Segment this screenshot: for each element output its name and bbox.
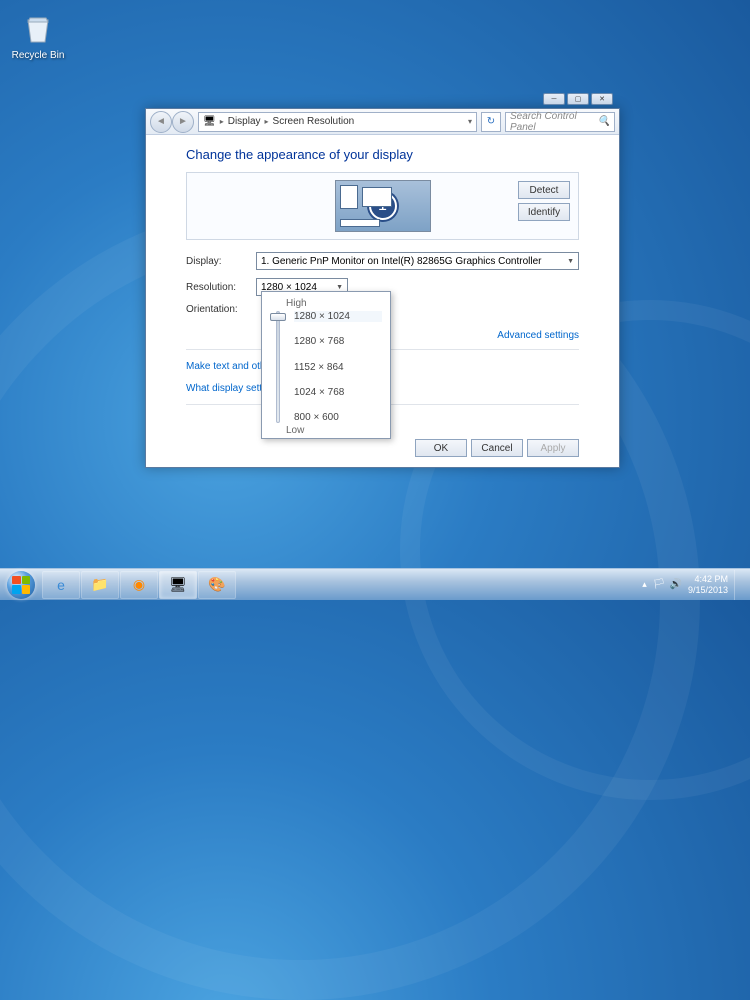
display-preview: 1 Detect Identify [186,172,579,240]
breadcrumb-display[interactable]: Display [228,116,261,127]
breadcrumb-screen-resolution[interactable]: Screen Resolution [273,116,355,127]
apply-button[interactable]: Apply [527,439,579,457]
ok-button[interactable]: OK [415,439,467,457]
res-option[interactable]: 1152 × 864 [294,362,382,373]
display-icon: 🖥 [203,116,216,127]
close-button[interactable]: ✕ [591,93,613,105]
recycle-bin[interactable]: Recycle Bin [8,8,68,61]
flag-icon[interactable]: 🏳 [653,579,666,590]
media-icon: ◉ [133,576,145,593]
date: 9/15/2013 [688,585,728,596]
start-button[interactable] [2,570,40,600]
taskbar-display[interactable]: 🖥 [159,571,197,599]
display-icon: 🖥 [169,576,187,593]
res-option[interactable]: 800 × 600 [294,412,382,423]
resolution-dropdown-popup: High 1280 × 1024 1280 × 768 1152 × 864 1… [261,291,391,439]
chevron-icon: ▸ [220,117,224,126]
display-select[interactable]: 1. Generic PnP Monitor on Intel(R) 82865… [256,252,579,270]
res-option[interactable]: 1280 × 768 [294,336,382,347]
taskbar-explorer[interactable]: 📁 [81,571,119,599]
back-button[interactable]: ◄ [150,111,172,133]
display-value: 1. Generic PnP Monitor on Intel(R) 82865… [261,256,542,267]
time: 4:42 PM [688,574,728,585]
taskbar: e 📁 ◉ 🖥 🎨 ▴ 🏳 🔊 4:42 PM 9/15/2013 [0,568,750,600]
search-input[interactable]: Search Control Panel 🔍 [505,112,615,132]
windows-logo-icon [12,576,30,594]
what-display-link[interactable]: What display settin [186,383,270,394]
slider-thumb[interactable] [270,313,286,321]
tray-expand-icon[interactable]: ▴ [642,579,647,590]
show-desktop-button[interactable] [734,570,744,600]
search-placeholder: Search Control Panel [510,111,598,133]
taskbar-ie[interactable]: e [42,571,80,599]
chevron-icon: ▸ [265,117,269,126]
dropdown-icon: ▼ [336,284,343,291]
dropdown-icon: ▼ [567,258,574,265]
folder-icon: 📁 [91,576,108,593]
recycle-bin-icon [18,8,58,48]
orientation-label: Orientation: [186,304,256,315]
high-label: High [286,298,382,309]
display-label: Display: [186,256,256,267]
taskbar-media[interactable]: ◉ [120,571,158,599]
forward-button[interactable]: ► [172,111,194,133]
cancel-button[interactable]: Cancel [471,439,523,457]
clock[interactable]: 4:42 PM 9/15/2013 [688,574,728,596]
monitor-1[interactable]: 1 [335,180,431,232]
detect-button[interactable]: Detect [518,181,570,199]
low-label: Low [286,425,382,436]
recycle-bin-label: Recycle Bin [8,50,68,61]
resolution-slider[interactable] [270,311,286,423]
refresh-button[interactable]: ↻ [481,112,501,132]
res-option[interactable]: 1280 × 1024 [294,311,382,322]
minimize-button[interactable]: ─ [543,93,565,105]
address-bar: ◄ ► 🖥 ▸ Display ▸ Screen Resolution ▾ ↻ … [146,109,619,135]
screen-resolution-window: ─ ▢ ✕ ◄ ► 🖥 ▸ Display ▸ Screen Resolutio… [145,108,620,468]
res-option[interactable]: 1024 × 768 [294,387,382,398]
resolution-label: Resolution: [186,282,256,293]
breadcrumb[interactable]: 🖥 ▸ Display ▸ Screen Resolution ▾ [198,112,477,132]
page-title: Change the appearance of your display [186,147,579,162]
volume-icon[interactable]: 🔊 [670,579,682,590]
dropdown-icon[interactable]: ▾ [468,117,472,126]
advanced-settings-link[interactable]: Advanced settings [497,330,579,341]
ie-icon: e [57,577,65,593]
identify-button[interactable]: Identify [518,203,570,221]
maximize-button[interactable]: ▢ [567,93,589,105]
taskbar-paint[interactable]: 🎨 [198,571,236,599]
search-icon: 🔍 [598,116,610,127]
paint-icon: 🎨 [208,576,225,593]
